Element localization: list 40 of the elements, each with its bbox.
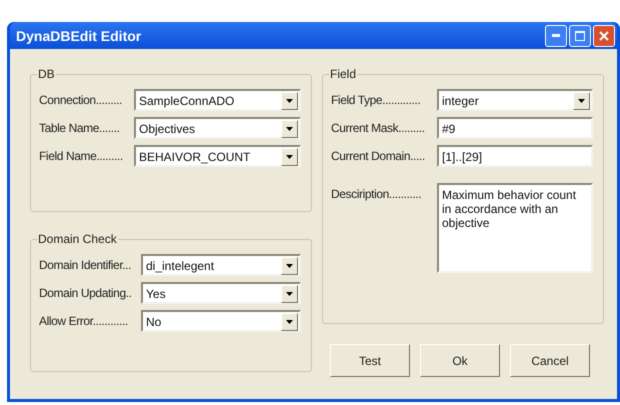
dialog-button[interactable]: Test [330, 344, 410, 377]
dialog-button[interactable]: Cancel [510, 344, 590, 377]
caret-icon [578, 99, 585, 103]
field-label: Table Name....... [39, 120, 121, 135]
field-label: Current Domain..... [331, 148, 426, 163]
field-label: Allow Error............ [39, 313, 129, 328]
dialog-button[interactable]: Ok [420, 344, 500, 377]
maximize-button[interactable] [569, 24, 591, 46]
dropdown[interactable]: No [141, 310, 301, 332]
dropdown[interactable]: Yes [141, 282, 301, 304]
text-area[interactable]: Maximum behavior count in accordance with an objective [437, 183, 593, 273]
input-field[interactable]: [1]..[29] [437, 145, 593, 167]
caret-icon [286, 264, 293, 268]
caret-icon [286, 320, 293, 324]
minimize-button[interactable] [545, 24, 567, 46]
group-title: Field [329, 67, 358, 81]
input-field[interactable]: #9 [437, 117, 593, 139]
caret-icon [286, 127, 293, 131]
maximize-icon [575, 30, 585, 40]
field-label: Field Name......... [39, 148, 124, 163]
close-icon [599, 30, 609, 40]
caret-icon [286, 292, 293, 296]
minimize-icon [552, 34, 560, 37]
dropdown[interactable]: BEHAIVOR_COUNT [134, 145, 301, 167]
field-label: Desciription........... [331, 186, 422, 201]
dropdown[interactable]: Objectives [134, 117, 301, 139]
caret-icon [286, 155, 293, 159]
close-button[interactable] [593, 24, 615, 46]
caret-icon [286, 99, 293, 103]
group-title: Domain Check [37, 232, 118, 246]
window-title: DynaDBEdit Editor [16, 28, 142, 44]
field-label: Current Mask......... [331, 120, 426, 135]
dropdown[interactable]: SampleConnADO [134, 89, 301, 111]
field-label: Field Type............. [331, 92, 422, 107]
field-label: Connection......... [39, 92, 124, 107]
dropdown[interactable]: integer [437, 89, 593, 111]
dropdown[interactable]: di_intelegent [141, 254, 301, 276]
group-title: DB [37, 67, 56, 81]
field-label: Domain Identifier... [39, 257, 132, 272]
field-label: Domain Updating.. [39, 285, 133, 300]
